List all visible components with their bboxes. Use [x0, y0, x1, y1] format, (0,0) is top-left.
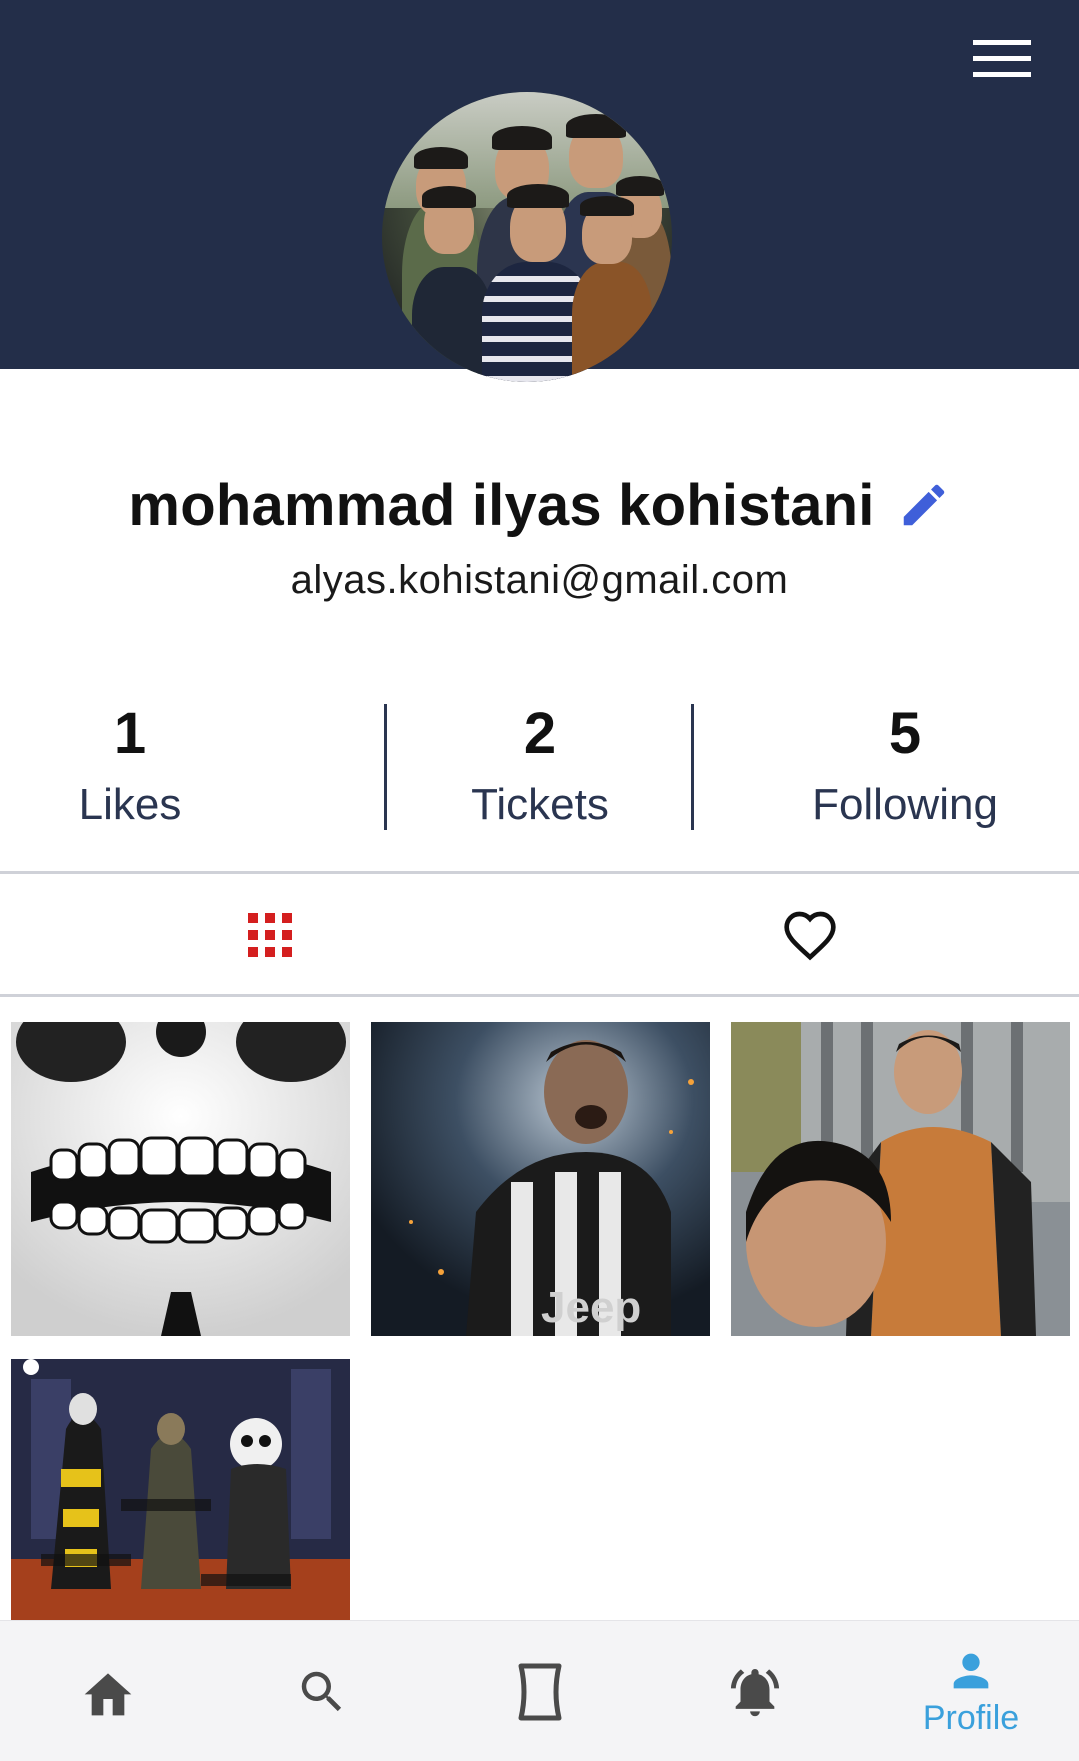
profile-avatar[interactable]	[382, 92, 672, 382]
stat-divider	[691, 704, 694, 830]
ticket-icon	[518, 1663, 562, 1720]
notification-bell-icon	[730, 1668, 780, 1716]
stat-tickets-label: Tickets	[471, 780, 609, 829]
nav-profile[interactable]: Profile	[871, 1621, 1071, 1761]
nav-home[interactable]	[8, 1621, 208, 1761]
hamburger-menu-icon[interactable]	[960, 28, 1044, 88]
football-player-image: Jeep	[371, 1022, 710, 1336]
post-selfie-image[interactable]	[731, 1022, 1070, 1336]
game-screenshot-image	[11, 1359, 350, 1620]
search-icon	[301, 1671, 342, 1711]
skull-image	[11, 1022, 350, 1336]
home-icon	[84, 1672, 132, 1715]
profile-tabs	[0, 876, 1079, 994]
stat-following-value: 5	[888, 701, 922, 766]
pencil-edit-icon[interactable]	[897, 478, 951, 532]
profile-person-icon	[953, 1653, 989, 1689]
nav-tickets[interactable]	[440, 1621, 640, 1761]
stat-likes-value: 1	[113, 701, 147, 766]
nav-notifications[interactable]	[655, 1621, 855, 1761]
stat-following-label: Following	[812, 780, 998, 829]
post-football-player-image[interactable]: Jeep	[371, 1022, 710, 1336]
grid-icon	[247, 913, 292, 957]
post-game-screenshot-image[interactable]	[11, 1359, 350, 1620]
profile-name-row: mohammad ilyas kohistani	[0, 465, 1079, 545]
divider	[0, 994, 1079, 997]
tab-posts[interactable]	[0, 876, 539, 994]
profile-name: mohammad ilyas kohistani	[128, 472, 875, 538]
divider	[0, 871, 1079, 874]
bottom-navigation: Profile	[0, 1620, 1079, 1761]
heart-outline-icon	[783, 911, 836, 961]
post-skull-image[interactable]	[11, 1022, 350, 1336]
stat-following[interactable]: 5 Following	[780, 700, 1030, 838]
nav-search[interactable]	[222, 1621, 422, 1761]
stat-likes-label: Likes	[78, 780, 182, 829]
stat-likes[interactable]: 1 Likes	[30, 700, 230, 838]
stat-divider	[384, 704, 387, 830]
nav-profile-label: Profile	[922, 1699, 1020, 1737]
tab-likes[interactable]	[540, 876, 1079, 994]
profile-stats: 1 Likes 2 Tickets 5 Following	[0, 700, 1079, 830]
stat-tickets[interactable]: 2 Tickets	[430, 700, 650, 838]
stat-tickets-value: 2	[523, 701, 557, 766]
svg-text:Jeep: Jeep	[541, 1283, 641, 1332]
profile-email: alyas.kohistani@gmail.com	[290, 558, 789, 602]
selfie-image	[731, 1022, 1070, 1336]
